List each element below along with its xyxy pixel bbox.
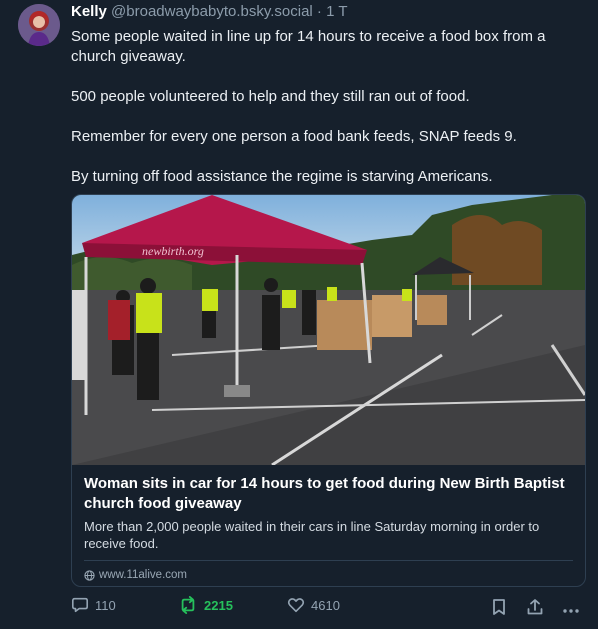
- like-count: 4610: [311, 597, 340, 613]
- post-paragraph: By turning off food assistance the regim…: [71, 168, 493, 185]
- post-paragraph: Remember for every one person a food ban…: [71, 128, 517, 145]
- post-actions: 110 2215 4610: [71, 596, 586, 620]
- bookmark-icon: [493, 599, 505, 615]
- bookmark-button[interactable]: [491, 598, 507, 621]
- like-button[interactable]: 4610: [287, 596, 340, 614]
- separator-dot: ·: [316, 3, 322, 20]
- post-paragraph: 500 people volunteered to help and they …: [71, 88, 470, 105]
- globe-icon: [84, 569, 95, 581]
- reply-count: 110: [95, 597, 116, 613]
- share-button[interactable]: [526, 598, 544, 621]
- author-handle[interactable]: @broadwaybabyto.bsky.social: [111, 3, 313, 20]
- post-paragraph: Some people waited in line up for 14 hou…: [71, 28, 546, 65]
- link-card-source-url: www.11alive.com: [99, 569, 187, 581]
- tent-text: newbirth.org: [142, 244, 204, 258]
- repost-button[interactable]: 2215: [178, 596, 233, 614]
- more-button[interactable]: [563, 601, 579, 619]
- author-display-name[interactable]: Kelly: [71, 3, 107, 20]
- share-icon: [527, 599, 543, 615]
- repost-count: 2215: [204, 597, 233, 613]
- post-text: Some people waited in line up for 14 hou…: [71, 27, 586, 187]
- link-card-source: www.11alive.com: [84, 561, 573, 581]
- link-card-image: newbirth.org: [72, 195, 585, 465]
- avatar[interactable]: [18, 4, 60, 46]
- repost-icon: [181, 596, 195, 614]
- link-card-description: More than 2,000 people waited in their c…: [84, 519, 540, 551]
- post-time[interactable]: 1 T: [326, 3, 347, 20]
- link-card-body: Woman sits in car for 14 hours to get fo…: [72, 465, 585, 581]
- post-content: Kelly @broadwaybabyto.bsky.social · 1 T …: [71, 2, 586, 187]
- more-icon: [563, 609, 579, 613]
- heart-icon: [287, 598, 305, 613]
- post-header: Kelly @broadwaybabyto.bsky.social · 1 T: [71, 2, 586, 22]
- post: Kelly @broadwaybabyto.bsky.social · 1 T …: [0, 0, 598, 629]
- avatar-image: [18, 4, 60, 46]
- reply-icon: [71, 597, 89, 613]
- reply-button[interactable]: 110: [71, 596, 116, 614]
- link-card[interactable]: newbirth.org Woman sits in car for 14 ho…: [71, 194, 586, 587]
- link-card-title: Woman sits in car for 14 hours to get fo…: [84, 475, 565, 512]
